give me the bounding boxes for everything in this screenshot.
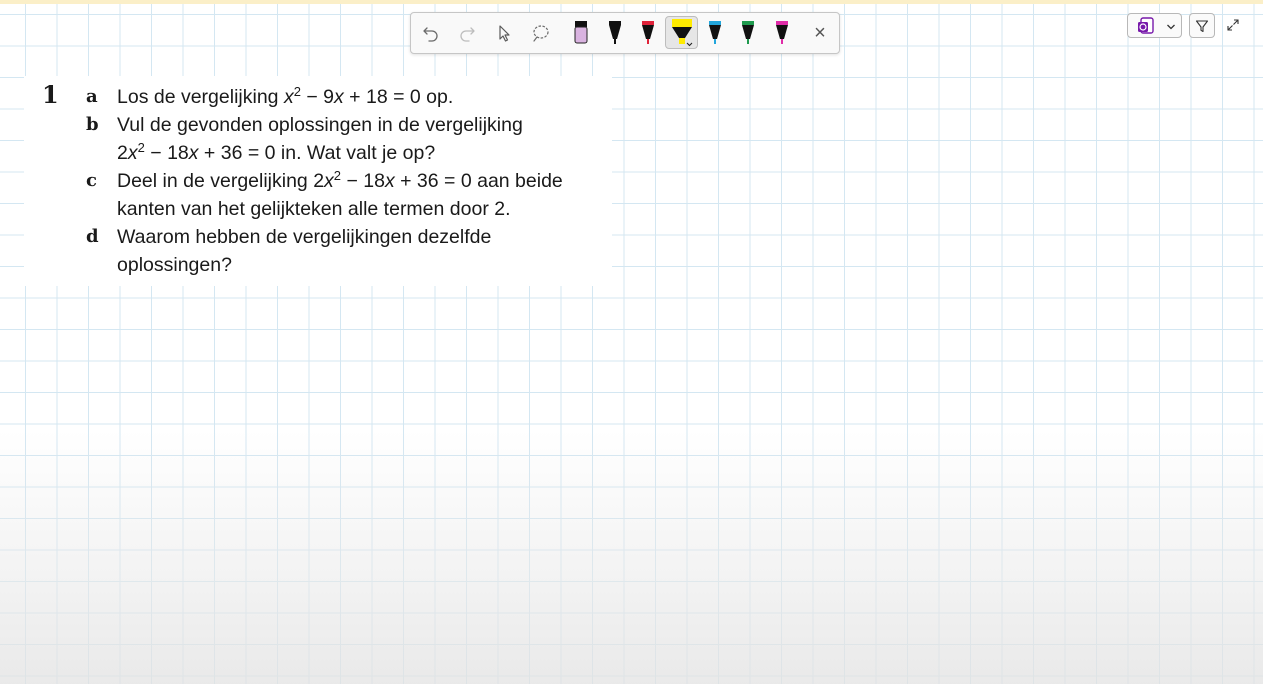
part-letter: a bbox=[86, 86, 98, 107]
pen-red[interactable] bbox=[633, 18, 663, 48]
pen-black[interactable] bbox=[600, 18, 630, 48]
expand-icon bbox=[1227, 19, 1239, 31]
lasso-button[interactable] bbox=[526, 18, 556, 48]
blue-pen-icon bbox=[709, 21, 721, 44]
green-pen-icon bbox=[742, 21, 754, 44]
part-letter: d bbox=[86, 226, 99, 247]
part-text-line: oplossingen? bbox=[117, 254, 232, 276]
part-text-line: Vul de gevonden oplossingen in de vergel… bbox=[117, 114, 523, 136]
top-strip bbox=[0, 0, 1263, 4]
eraser-pen-icon bbox=[574, 21, 588, 44]
lasso-icon bbox=[533, 25, 549, 42]
close-toolbar-button[interactable]: × bbox=[805, 18, 835, 48]
pen-magenta[interactable] bbox=[767, 18, 797, 48]
pen-green[interactable] bbox=[733, 18, 763, 48]
part-text-line: Los de vergelijking x2 − 9x + 18 = 0 op. bbox=[117, 84, 454, 108]
red-pen-icon bbox=[642, 21, 654, 44]
exercise-panel: 1 a Los de vergelijking x2 − 9x + 18 = 0… bbox=[24, 76, 612, 286]
undo-icon bbox=[423, 27, 438, 42]
exercise-number: 1 bbox=[42, 80, 59, 109]
black-pen-icon bbox=[609, 21, 621, 44]
grid-canvas[interactable]: 1 a Los de vergelijking x2 − 9x + 18 = 0… bbox=[0, 0, 1263, 684]
filter-button[interactable] bbox=[1189, 13, 1215, 38]
part-text-line: kanten van het gelijkteken alle termen d… bbox=[117, 198, 511, 220]
part-letter: c bbox=[86, 170, 97, 191]
magenta-pen-icon bbox=[776, 21, 788, 44]
redo-icon bbox=[460, 27, 475, 42]
pen-blue[interactable] bbox=[700, 18, 730, 48]
highlighter-pen-icon bbox=[671, 18, 692, 46]
bottom-fade bbox=[0, 430, 1263, 684]
pen-yellow-highlighter[interactable] bbox=[665, 16, 698, 49]
onenote-icon bbox=[1138, 17, 1154, 34]
drawing-toolbar: × bbox=[410, 12, 840, 54]
part-letter: b bbox=[86, 114, 99, 135]
pen-eraser[interactable] bbox=[566, 18, 596, 48]
select-button[interactable] bbox=[489, 18, 519, 48]
filter-icon bbox=[1195, 19, 1209, 32]
part-text-line: Waarom hebben de vergelijkingen dezelfde bbox=[117, 226, 492, 248]
redo-button[interactable] bbox=[452, 18, 482, 48]
expand-button[interactable] bbox=[1222, 14, 1244, 36]
select-icon bbox=[499, 25, 510, 42]
undo-button[interactable] bbox=[416, 18, 446, 48]
part-text-line: 2x2 − 18x + 36 = 0 in. Wat valt je op? bbox=[117, 140, 436, 164]
part-text-line: Deel in de vergelijking 2x2 − 18x + 36 =… bbox=[117, 168, 563, 192]
app-dropdown-button[interactable] bbox=[1127, 13, 1182, 38]
close-icon: × bbox=[814, 22, 826, 44]
chevron-down-icon bbox=[1167, 24, 1175, 30]
